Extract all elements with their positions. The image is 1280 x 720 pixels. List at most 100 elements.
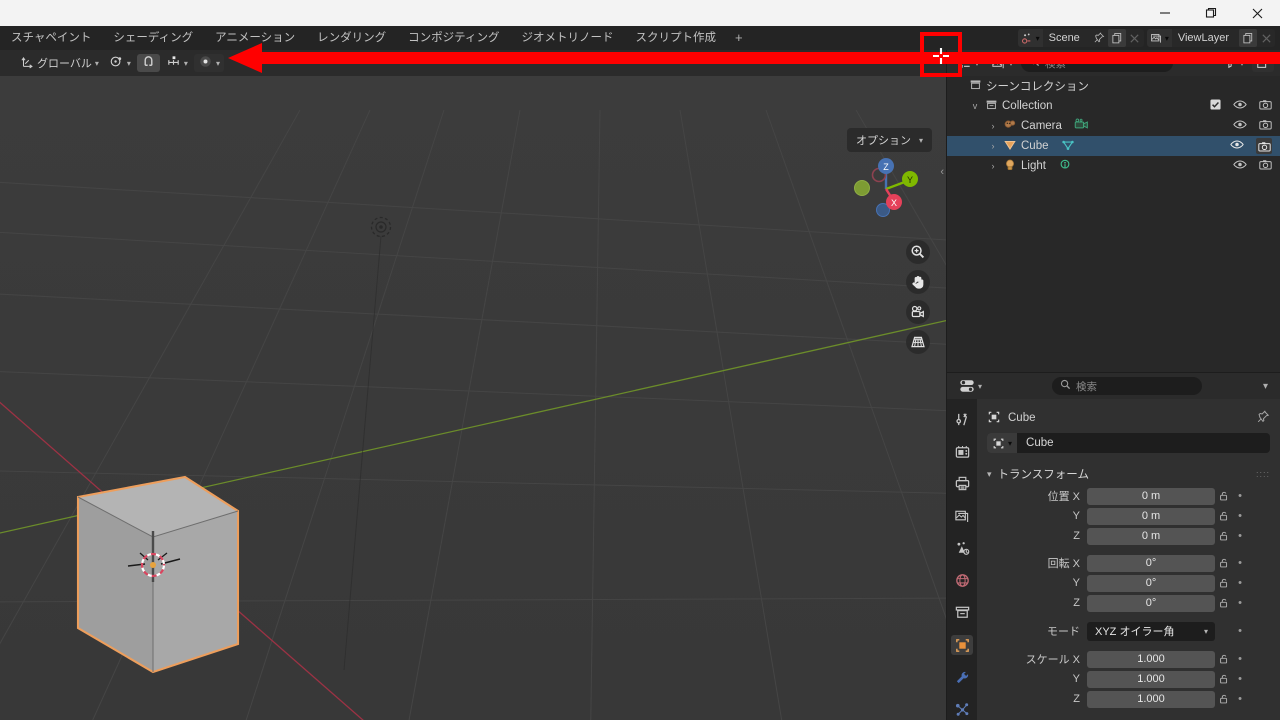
tab-view-layer[interactable] [951,506,973,526]
3d-viewport[interactable]: グローバル ▾ ▾ ▾ ▾ オプション ▾ Z Y X ‹ [0,50,946,720]
outliner-row-camera[interactable]: › Camera [947,116,1280,136]
chevron-down-icon[interactable]: ▾ [987,469,992,480]
location-z-value[interactable]: 0 m [1087,527,1215,545]
unlocked-padlock-icon[interactable] [1215,530,1233,542]
collection-checkbox[interactable] [1210,99,1221,113]
location-z-row[interactable]: Z 0 m • [987,527,1270,545]
scale-x-value[interactable]: 1.000 [1087,650,1215,668]
unlocked-padlock-icon[interactable] [1215,510,1233,522]
animate-dot-icon[interactable]: • [1233,625,1247,637]
snap-toggle-button[interactable] [136,54,160,72]
unlocked-padlock-icon[interactable] [1215,597,1233,609]
location-x-row[interactable]: 位置 X 0 m • [987,487,1270,505]
hand-icon[interactable] [906,270,930,294]
snap-target-dropdown[interactable]: ▾ [162,54,192,72]
camera-render-icon[interactable] [1259,99,1272,113]
tab-object[interactable] [951,635,973,656]
unlocked-padlock-icon[interactable] [1215,490,1233,502]
tab-scene[interactable] [951,538,973,558]
workspace-tab-shading[interactable]: シェーディング [102,26,204,50]
camera-data-icon[interactable] [1074,118,1089,134]
properties-editor[interactable]: ▾ 検索 ▾ Cube ▾ Cube ▾ トランスフォーム:::: 位置 X … [947,373,1280,720]
rotation-x-row[interactable]: 回転 X 0° • [987,554,1270,572]
rotation-x-value[interactable]: 0° [1087,554,1215,572]
animate-dot-icon[interactable]: • [1233,577,1247,589]
unlocked-padlock-icon[interactable] [1215,557,1233,569]
grid-perspective-icon[interactable] [906,330,930,354]
tab-output[interactable] [951,474,973,494]
expand-chevron-right-icon[interactable]: › [987,141,999,151]
rotation-y-value[interactable]: 0° [1087,574,1215,592]
camera-render-icon[interactable] [1256,138,1272,154]
location-y-row[interactable]: Y 0 m • [987,507,1270,525]
tab-tool[interactable] [951,409,973,429]
eye-icon[interactable] [1230,139,1244,153]
object-datablock-icon[interactable]: ▾ [987,433,1018,453]
eye-icon[interactable] [1233,99,1247,113]
rotation-mode-row[interactable]: モード XYZ オイラー角 ▾ • [987,621,1270,641]
sidebar-toggle-chevron-left-icon[interactable]: ‹ [940,166,944,178]
animate-dot-icon[interactable]: • [1233,530,1247,542]
light-data-icon[interactable] [1058,158,1072,175]
tab-world[interactable] [951,570,973,590]
scale-y-row[interactable]: Y 1.000 • [987,670,1270,688]
animate-dot-icon[interactable]: • [1233,653,1247,665]
expand-chevron-down-icon[interactable]: v [969,101,981,111]
scale-x-row[interactable]: スケール X 1.000 • [987,650,1270,668]
object-name-field[interactable]: ▾ Cube [987,433,1270,453]
tab-modifiers[interactable] [951,667,973,687]
eye-icon[interactable] [1233,159,1247,173]
pin-icon[interactable] [1256,410,1270,427]
unlocked-padlock-icon[interactable] [1215,577,1233,589]
rotation-z-row[interactable]: Z 0° • [987,594,1270,612]
outliner-row-collection[interactable]: v Collection [947,96,1280,116]
camera-icon[interactable] [906,300,930,324]
eye-icon[interactable] [1233,119,1247,133]
location-x-value[interactable]: 0 m [1087,487,1215,505]
properties-search-input[interactable]: 検索 [1052,377,1203,395]
scale-y-value[interactable]: 1.000 [1087,670,1215,688]
unlocked-padlock-icon[interactable] [1215,673,1233,685]
minimize-icon[interactable] [1142,0,1188,26]
rotation-y-row[interactable]: Y 0° • [987,574,1270,592]
unlocked-padlock-icon[interactable] [1215,653,1233,665]
maximize-icon[interactable] [1188,0,1234,26]
animate-dot-icon[interactable]: • [1233,490,1247,502]
scale-z-value[interactable]: 1.000 [1087,690,1215,708]
rotation-mode-dropdown[interactable]: XYZ オイラー角 ▾ [1087,621,1215,641]
properties-editor-icon[interactable]: ▾ [955,377,986,395]
tab-render[interactable] [951,441,973,461]
outliner-row-scene-collection[interactable]: シーンコレクション [947,76,1280,96]
unlocked-padlock-icon[interactable] [1215,693,1233,705]
location-y-value[interactable]: 0 m [1087,507,1215,525]
transform-panel-header[interactable]: ▾ トランスフォーム :::: [987,463,1270,485]
viewport-options-dropdown[interactable]: オプション ▾ [846,128,932,152]
workspace-tab-texture-paint[interactable]: スチャペイント [0,26,102,50]
mesh-data-icon[interactable] [1061,138,1075,155]
camera-render-icon[interactable] [1259,159,1272,173]
camera-render-icon[interactable] [1259,119,1272,133]
close-icon[interactable] [1234,0,1280,26]
rotation-z-value[interactable]: 0° [1087,594,1215,612]
tab-collection[interactable] [951,603,973,623]
expand-chevron-right-icon[interactable]: › [987,161,999,171]
animate-dot-icon[interactable]: • [1233,510,1247,522]
navigation-gizmo[interactable]: Z Y X [850,153,922,225]
properties-options-chevron-down-icon[interactable]: ▾ [1259,377,1272,395]
animate-dot-icon[interactable]: • [1233,693,1247,705]
tab-particles[interactable] [951,700,973,720]
zoom-icon[interactable] [906,240,930,264]
outliner-editor[interactable]: ▾ ▾ 検索 ▾ シーンコレクション v [947,50,1280,372]
transform-orientation-dropdown[interactable]: グローバル ▾ [16,54,103,72]
expand-chevron-right-icon[interactable]: › [987,121,999,131]
drag-grip-icon[interactable]: :::: [1256,469,1270,479]
animate-dot-icon[interactable]: • [1233,597,1247,609]
viewport-canvas[interactable] [0,50,946,720]
animate-dot-icon[interactable]: • [1233,673,1247,685]
scale-z-row[interactable]: Z 1.000 • [987,690,1270,708]
outliner-row-light[interactable]: › Light [947,156,1280,176]
animate-dot-icon[interactable]: • [1233,557,1247,569]
pivot-point-dropdown[interactable]: ▾ [105,54,135,72]
outliner-row-cube[interactable]: › Cube [947,136,1280,156]
proportional-editing-toggle[interactable]: ▾ [193,54,224,72]
